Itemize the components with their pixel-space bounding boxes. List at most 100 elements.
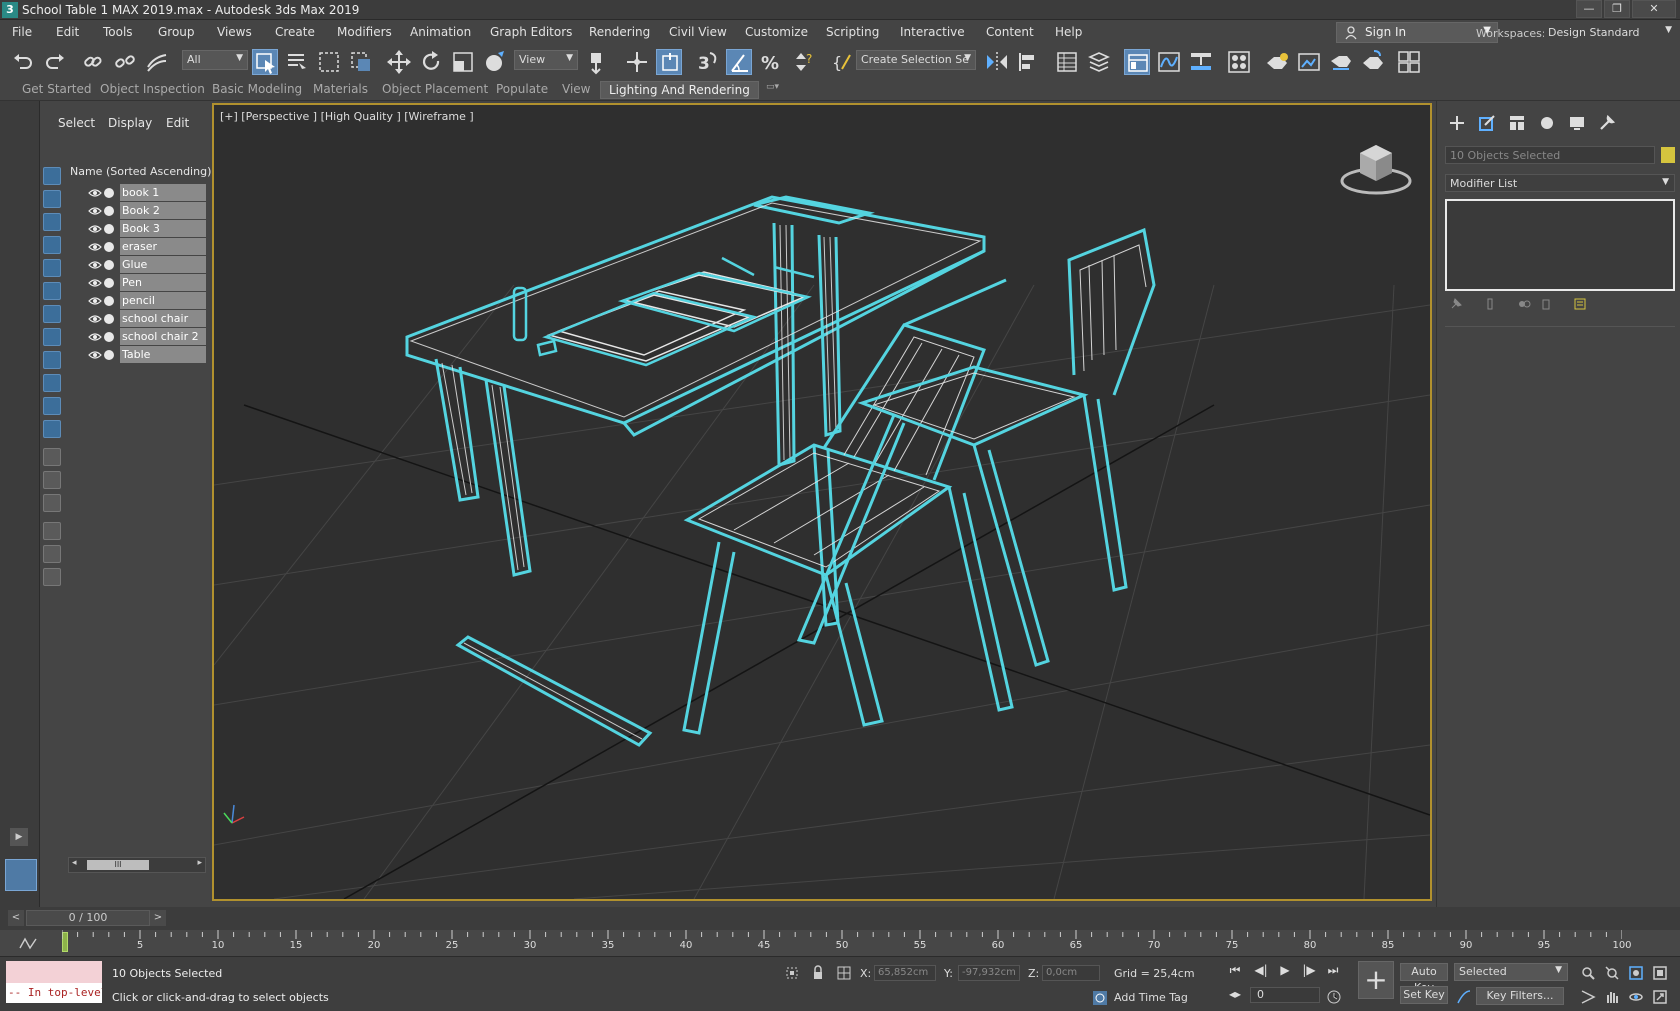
freeze-dot-icon[interactable] <box>104 314 114 324</box>
redo-icon[interactable] <box>42 49 68 75</box>
tab-object-placement[interactable]: Object Placement <box>382 82 488 96</box>
schematic-view-icon[interactable] <box>1188 49 1214 75</box>
align-icon[interactable] <box>1016 49 1042 75</box>
object-color-swatch[interactable] <box>1661 147 1675 163</box>
key-set-dropdown[interactable]: Selected ▼ <box>1454 963 1568 981</box>
snaps-toggle-icon[interactable]: 3 <box>694 49 720 75</box>
render-in-cloud-icon[interactable] <box>1360 49 1386 75</box>
display-particles-icon[interactable] <box>43 397 61 415</box>
scrollbar-thumb[interactable]: III <box>87 860 149 870</box>
lock-icon[interactable] <box>810 965 826 981</box>
scene-explorer-toggle-icon[interactable] <box>1054 49 1080 75</box>
eye-icon[interactable] <box>88 314 102 324</box>
angle-snap-icon[interactable] <box>726 49 752 75</box>
key-mode-toggle-icon[interactable]: ◂▸ <box>1226 987 1244 1003</box>
maxscript-listener[interactable]: -- In top-level <box>6 961 102 1003</box>
show-end-result-icon[interactable] <box>1483 297 1497 311</box>
configure-modifier-sets-icon[interactable] <box>1573 297 1587 311</box>
keyboard-shortcut-toggle-icon[interactable] <box>656 49 682 75</box>
eye-icon[interactable] <box>88 224 102 234</box>
menu-edit[interactable]: Edit <box>56 25 79 39</box>
menu-file[interactable]: File <box>12 25 32 39</box>
trackbar[interactable]: 5 10 15 20 25 30 35 40 45 50 55 60 65 70 75 80 85 90 95 100 <box>0 930 1680 956</box>
zoom-extents-icon[interactable] <box>1628 965 1644 981</box>
link-icon[interactable] <box>80 49 106 75</box>
make-unique-icon[interactable] <box>1517 297 1531 311</box>
eye-icon[interactable] <box>88 296 102 306</box>
x-coord-field[interactable]: 65,852cm <box>874 965 936 981</box>
set-key-button[interactable]: Set Key <box>1400 986 1448 1004</box>
go-to-start-icon[interactable]: ⏮ <box>1226 963 1244 979</box>
layer-explorer-icon[interactable] <box>1086 49 1112 75</box>
menu-content[interactable]: Content <box>986 25 1034 39</box>
select-manipulate-icon[interactable] <box>624 49 650 75</box>
explorer-tab-select[interactable]: Select <box>58 116 95 130</box>
rotate-icon[interactable] <box>418 49 444 75</box>
freeze-dot-icon[interactable] <box>104 350 114 360</box>
menu-graph-editors[interactable]: Graph Editors <box>490 25 572 39</box>
tab-lighting-and-rendering[interactable]: Lighting And Rendering <box>600 81 759 99</box>
mirror-icon[interactable] <box>984 49 1010 75</box>
eye-icon[interactable] <box>88 350 102 360</box>
menu-help[interactable]: Help <box>1055 25 1082 39</box>
bind-spacewarp-icon[interactable] <box>144 49 170 75</box>
curve-editor-icon[interactable] <box>1156 49 1182 75</box>
add-time-tag-label[interactable]: Add Time Tag <box>1114 991 1188 1004</box>
expand-arrow-icon[interactable]: ▶ <box>10 828 28 846</box>
menu-views[interactable]: Views <box>217 25 252 39</box>
display-xrefs-icon[interactable] <box>43 328 61 346</box>
freeze-dot-icon[interactable] <box>104 332 114 342</box>
freeze-dot-icon[interactable] <box>104 224 114 234</box>
workspaces-select[interactable]: Design Standard ▼ <box>1544 23 1676 43</box>
select-by-name-icon[interactable] <box>284 49 310 75</box>
list-item[interactable]: Book 3 <box>120 220 206 237</box>
menu-modifiers[interactable]: Modifiers <box>337 25 392 39</box>
menu-create[interactable]: Create <box>275 25 315 39</box>
current-frame-field[interactable]: 0 <box>1250 987 1320 1003</box>
freeze-dot-icon[interactable] <box>104 296 114 306</box>
isolate-selection-icon[interactable] <box>784 965 800 981</box>
display-bones-icon[interactable] <box>43 351 61 369</box>
eye-icon[interactable] <box>88 278 102 288</box>
utilities-panel-icon[interactable] <box>1597 113 1617 133</box>
time-slider-prev-button[interactable]: < <box>8 910 24 926</box>
display-children-icon[interactable] <box>43 471 61 489</box>
auto-key-button[interactable]: Auto Key <box>1400 963 1448 994</box>
sign-in-button[interactable]: Sign In ▼ <box>1336 22 1498 43</box>
display-lights-icon[interactable] <box>43 213 61 231</box>
maximize-viewport-icon[interactable] <box>1652 989 1668 1005</box>
motion-panel-icon[interactable] <box>1537 113 1557 133</box>
filter-toggle-icon[interactable] <box>43 545 61 563</box>
add-time-tag-icon[interactable] <box>1092 990 1108 1006</box>
selection-set-icon[interactable] <box>43 568 61 586</box>
list-item[interactable]: school chair <box>120 310 206 327</box>
modifier-stack[interactable] <box>1445 199 1675 291</box>
pivot-center-icon[interactable] <box>586 49 612 75</box>
display-groups-icon[interactable] <box>43 305 61 323</box>
display-hidden-icon[interactable] <box>43 420 61 438</box>
menu-tools[interactable]: Tools <box>103 25 133 39</box>
scroll-left-icon[interactable]: ◂ <box>72 858 77 868</box>
selection-filter-dropdown[interactable]: All ▼ <box>182 50 248 70</box>
explorer-tab-edit[interactable]: Edit <box>166 116 189 130</box>
zoom-icon[interactable] <box>1580 965 1596 981</box>
previous-frame-icon[interactable]: ◀| <box>1252 963 1270 979</box>
display-panel-icon[interactable] <box>1567 113 1587 133</box>
time-slider-thumb[interactable]: 0 / 100 <box>26 910 150 926</box>
list-item[interactable]: eraser <box>120 238 206 255</box>
scroll-right-icon[interactable]: ▸ <box>197 858 202 868</box>
eye-icon[interactable] <box>88 206 102 216</box>
ribbon-options-icon[interactable]: ▭▾ <box>766 82 779 92</box>
explorer-column-header[interactable]: Name (Sorted Ascending) <box>70 165 211 178</box>
modifier-list-dropdown[interactable]: Modifier List ▼ <box>1445 174 1675 192</box>
play-icon[interactable]: ▶ <box>1276 963 1294 979</box>
menu-rendering[interactable]: Rendering <box>589 25 650 39</box>
menu-civil-view[interactable]: Civil View <box>669 25 727 39</box>
list-item[interactable]: Glue <box>120 256 206 273</box>
display-containers-icon[interactable] <box>43 374 61 392</box>
remove-modifier-icon[interactable] <box>1539 297 1553 311</box>
render-production-icon[interactable] <box>1328 49 1354 75</box>
explorer-tab-display[interactable]: Display <box>108 116 152 130</box>
material-editor-icon[interactable] <box>1226 49 1252 75</box>
set-keys-button[interactable]: + <box>1358 961 1394 999</box>
